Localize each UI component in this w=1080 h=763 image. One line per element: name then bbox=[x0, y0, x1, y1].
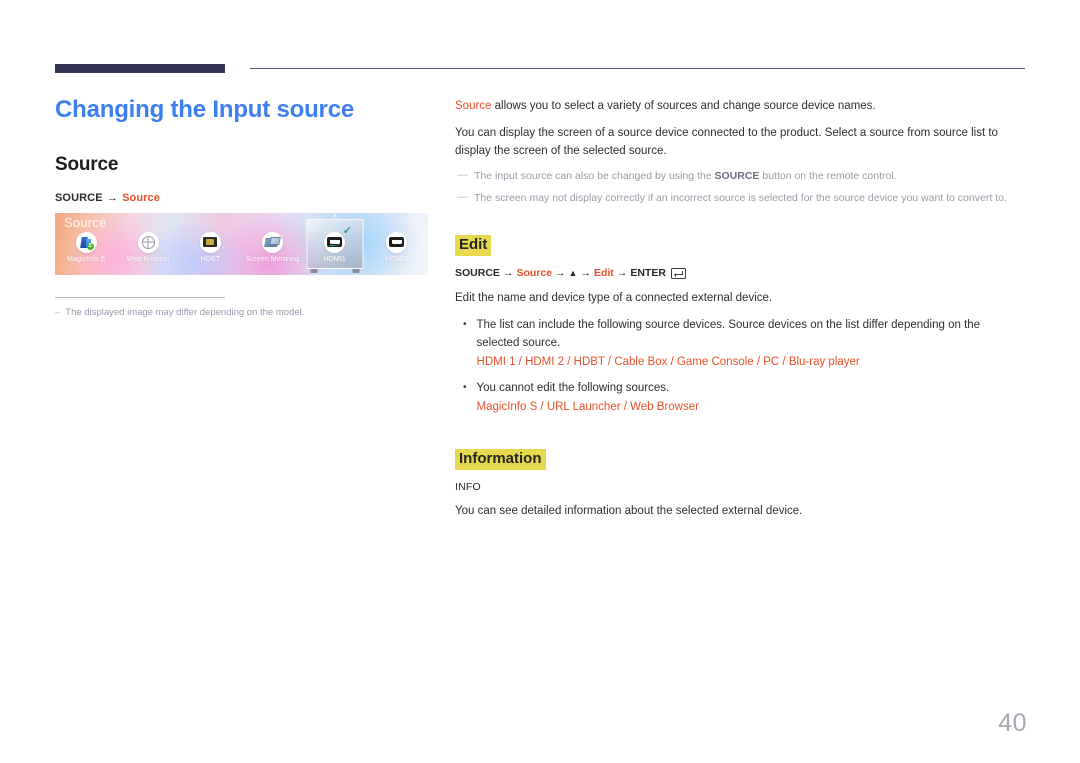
bullet-text: The list can include the following sourc… bbox=[476, 319, 981, 349]
note-text-post: button on the remote control. bbox=[759, 170, 897, 183]
hdmi-port-icon bbox=[389, 237, 405, 248]
header-rule-thin bbox=[250, 68, 1025, 69]
image-disclaimer-note: – The displayed image may differ dependi… bbox=[55, 306, 430, 320]
right-note-2: — The screen may not display correctly i… bbox=[455, 191, 1025, 207]
source-item-label: Web Browser bbox=[126, 255, 170, 263]
edit-heading: Edit bbox=[455, 234, 492, 257]
bullet-device-list: MagicInfo S / URL Launcher / Web Browser bbox=[476, 401, 699, 414]
breadcrumb-root: SOURCE bbox=[55, 191, 103, 204]
source-icon-wrap bbox=[199, 231, 221, 253]
crumb-arrow-icon-2: → bbox=[555, 267, 566, 280]
edit-bullet-list: • The list can include the following sou… bbox=[455, 317, 1025, 417]
note-dash-icon: — bbox=[457, 169, 468, 182]
left-column: Changing the Input source Source SOURCE … bbox=[55, 96, 430, 320]
source-icon-wrap bbox=[262, 231, 284, 253]
crumb-arrow-icon-4: → bbox=[616, 267, 628, 280]
body-paragraph: You can display the screen of a source d… bbox=[455, 126, 998, 157]
breadcrumb: SOURCE → Source bbox=[55, 192, 430, 204]
source-item-list: S MagicInfo S Web Browser HDBT Screen Mi… bbox=[55, 213, 428, 275]
source-icon-wrap bbox=[137, 231, 159, 253]
source-menu-label: Source bbox=[64, 214, 107, 230]
note-text-pre: The input source can also be changed by … bbox=[474, 170, 715, 183]
source-item-label: HDBT bbox=[200, 255, 221, 263]
intro-paragraph: Source allows you to select a variety of… bbox=[455, 98, 1025, 116]
enter-key-icon bbox=[670, 267, 686, 279]
source-item-hdmi2[interactable]: HDMI2 bbox=[366, 231, 428, 275]
selected-check-icon: ✓ bbox=[342, 224, 352, 237]
intro-accent-term: Source bbox=[455, 100, 492, 112]
info-sub-label: INFO bbox=[455, 481, 481, 494]
source-icon-wrap bbox=[386, 231, 408, 253]
right-note-1: — The input source can also be changed b… bbox=[455, 169, 1025, 185]
display-stand-feet bbox=[306, 268, 363, 273]
crumb-arrow-icon-3: → bbox=[580, 267, 591, 280]
screen-mirroring-icon bbox=[264, 236, 281, 248]
note-dash-icon: – bbox=[55, 306, 61, 318]
breadcrumb-leaf: Source bbox=[122, 191, 160, 204]
bullet-dot-icon: • bbox=[463, 382, 467, 394]
note-separator bbox=[55, 296, 225, 298]
crumb-source: Source bbox=[516, 267, 553, 280]
crumb-root: SOURCE bbox=[455, 267, 500, 280]
header-rule bbox=[55, 64, 1025, 76]
bullet-text-wrap: You cannot edit the following sources. M… bbox=[477, 380, 699, 417]
source-icon-wrap bbox=[324, 231, 346, 253]
bullet-text: You cannot edit the following sources. bbox=[476, 382, 670, 395]
crumb-enter: ENTER bbox=[630, 267, 666, 280]
right-column: Source allows you to select a variety of… bbox=[455, 98, 1025, 530]
intro-rest: allows you to select a variety of source… bbox=[491, 100, 876, 112]
bullet-dot-icon: • bbox=[463, 319, 467, 331]
source-item-magicinfo-s[interactable]: S MagicInfo S bbox=[55, 231, 117, 275]
bullet-text-wrap: The list can include the following sourc… bbox=[477, 317, 1025, 371]
source-item-label: HDMI2 bbox=[385, 255, 409, 263]
page-title: Changing the Input source bbox=[55, 96, 354, 123]
source-item-screen-mirroring[interactable]: Screen Mirroring bbox=[242, 231, 304, 275]
crumb-arrow-icon-1: → bbox=[502, 267, 514, 280]
note-text: The displayed image may differ depending… bbox=[65, 306, 305, 318]
source-item-label: MagicInfo S bbox=[67, 255, 106, 263]
source-menu-screenshot: Source S MagicInfo S Web Browser HDBT Sc… bbox=[55, 212, 428, 275]
note-dash-icon: — bbox=[457, 191, 468, 204]
breadcrumb-arrow-icon: → bbox=[106, 191, 118, 204]
list-item: • You cannot edit the following sources.… bbox=[455, 380, 1025, 417]
edit-description: Edit the name and device type of a conne… bbox=[455, 292, 773, 305]
crumb-up-arrow-icon: ▲ bbox=[568, 268, 578, 279]
hdmi-port-icon bbox=[327, 237, 343, 248]
source-item-hdbt[interactable]: HDBT bbox=[179, 231, 241, 275]
edit-breadcrumb: SOURCE → Source → ▲ → Edit → ENTER bbox=[455, 267, 1025, 279]
source-item-label: HDMI1 bbox=[323, 255, 346, 263]
crumb-edit: Edit bbox=[593, 267, 614, 280]
globe-icon bbox=[141, 235, 155, 249]
list-item: • The list can include the following sou… bbox=[455, 317, 1025, 371]
source-item-hdmi1[interactable]: ∧ ✓ HDMI1 bbox=[304, 213, 366, 275]
magicinfo-icon: S bbox=[79, 236, 94, 250]
source-item-web-browser[interactable]: Web Browser bbox=[117, 231, 179, 275]
note-text: The input source can also be changed by … bbox=[474, 169, 897, 185]
information-heading: Information bbox=[455, 449, 546, 471]
source-icon-wrap: S bbox=[75, 231, 97, 253]
bullet-device-list: HDMI 1 / HDMI 2 / HDBT / Cable Box / Gam… bbox=[476, 355, 860, 368]
source-item-label: Screen Mirroring bbox=[245, 255, 300, 263]
section-title: Source bbox=[55, 153, 119, 175]
note-text-bold: SOURCE bbox=[714, 170, 760, 183]
hdbt-port-icon bbox=[203, 237, 218, 248]
note-text: The screen may not display correctly if … bbox=[474, 192, 1007, 205]
header-rule-thick bbox=[55, 64, 225, 73]
information-description: You can see detailed information about t… bbox=[455, 505, 803, 518]
page-number: 40 bbox=[998, 709, 1027, 737]
